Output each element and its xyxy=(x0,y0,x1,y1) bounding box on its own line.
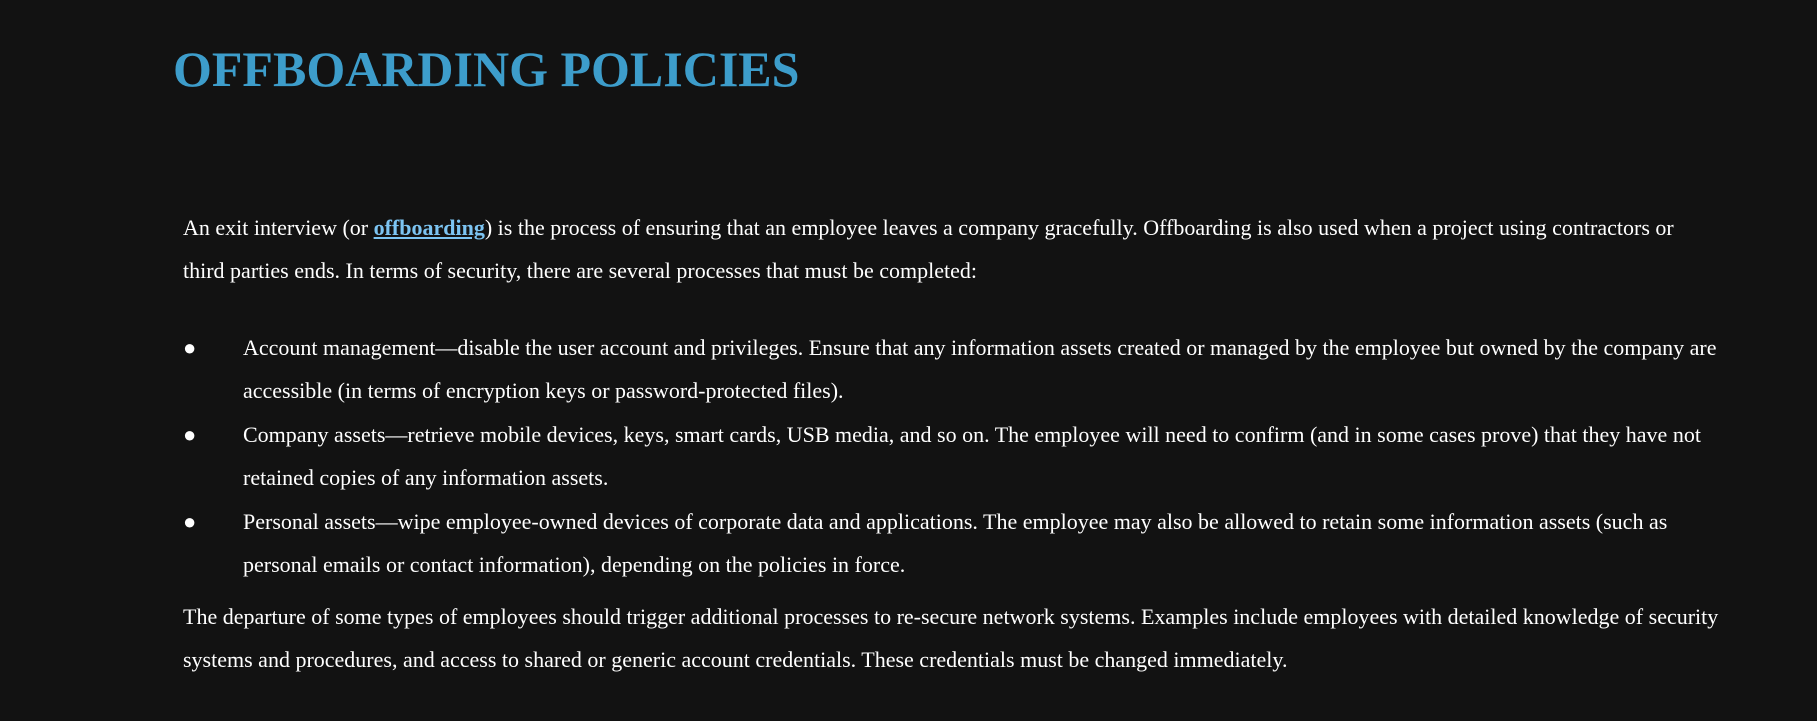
process-list: ● Account management—disable the user acc… xyxy=(183,326,1743,587)
offboarding-link[interactable]: offboarding xyxy=(374,215,485,240)
list-item: ● Company assets—retrieve mobile devices,… xyxy=(183,413,1743,499)
bullet-icon: ● xyxy=(183,335,197,360)
list-item: ● Personal assets—wipe employee-owned dev… xyxy=(183,500,1743,586)
closing-paragraph: The departure of some types of employees… xyxy=(183,604,1719,672)
list-item: ● Account management—disable the user acc… xyxy=(183,326,1743,412)
page-title: OFFBOARDING POLICIES xyxy=(173,41,800,97)
bullet-icon: ● xyxy=(183,422,197,447)
intro-text-before: An exit interview (or xyxy=(183,215,374,240)
bullet-icon: ● xyxy=(183,509,197,534)
list-item-text: Personal assets—wipe employee-owned devi… xyxy=(243,509,1668,577)
list-item-text: Account management—disable the user acco… xyxy=(243,335,1717,403)
intro-paragraph: An exit interview (or offboarding) is th… xyxy=(183,206,1703,292)
list-item-text: Company assets—retrieve mobile devices, … xyxy=(243,422,1701,490)
